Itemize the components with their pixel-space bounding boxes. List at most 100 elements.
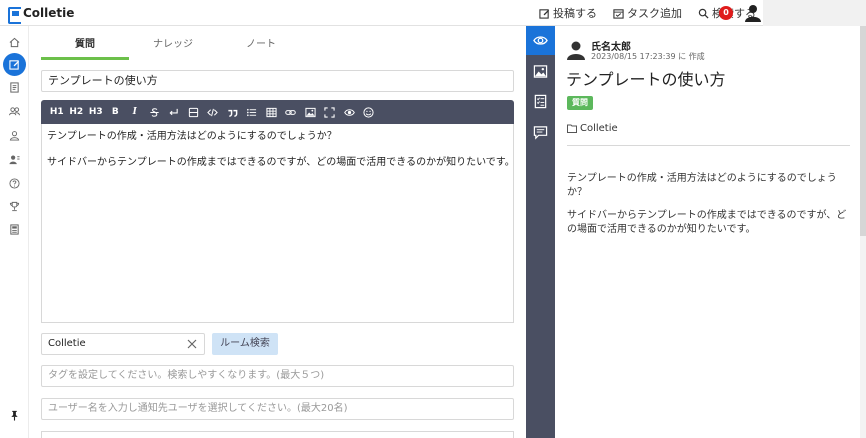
- preview-tab-checklist[interactable]: [526, 87, 555, 116]
- preview-room-name: Colletie: [580, 123, 618, 134]
- notify-users-input[interactable]: ユーザー名を入力し通知先ユーザを選択してください。(最大20名): [41, 398, 514, 420]
- line-break-button[interactable]: [164, 100, 184, 124]
- italic-button[interactable]: I: [125, 100, 145, 124]
- top-right-area: [763, 0, 866, 26]
- app-logo[interactable]: Colletie: [8, 6, 75, 24]
- sidebar-home[interactable]: [5, 33, 24, 52]
- fullscreen-icon: [324, 106, 335, 118]
- preview-toggle-button[interactable]: [340, 100, 360, 124]
- tab-question[interactable]: 質問: [41, 34, 129, 60]
- return-icon: [169, 108, 178, 115]
- users-icon: [9, 107, 20, 116]
- calendar-check-icon: [613, 8, 624, 19]
- trophy-icon: [9, 201, 20, 212]
- user-icon: [9, 131, 20, 141]
- code-button[interactable]: [203, 100, 223, 124]
- post-button[interactable]: 投稿する: [539, 5, 597, 21]
- quote-button[interactable]: [223, 100, 243, 124]
- pin-icon: [11, 410, 18, 421]
- emoji-button[interactable]: [359, 100, 379, 124]
- comment-icon: [533, 126, 548, 140]
- preview-tab-bar: [526, 26, 555, 438]
- preview-tab-eye[interactable]: [526, 26, 555, 55]
- tags-input[interactable]: タグを設定してください。検索しやすくなります。(最大５つ): [41, 365, 514, 387]
- user-avatar-icon[interactable]: [745, 4, 761, 22]
- sidebar-help[interactable]: [5, 174, 24, 193]
- post-type-tabs: 質問 ナレッジ ノート: [41, 34, 515, 60]
- checklist-icon: [534, 94, 547, 109]
- edit-icon: [9, 60, 20, 70]
- eye-icon: [533, 36, 548, 45]
- image-icon: [533, 65, 548, 78]
- horizontal-rule-icon: [188, 107, 198, 117]
- home-icon: [9, 37, 20, 48]
- sidebar-post[interactable]: [3, 53, 26, 76]
- sidebar-groups[interactable]: [5, 102, 24, 121]
- fullscreen-button[interactable]: [320, 100, 340, 124]
- top-bar: Colletie 投稿する タスク追加 検索する 0: [0, 0, 866, 26]
- strikethrough-button[interactable]: [145, 100, 165, 124]
- editor-line: サイドバーからテンプレートの作成まではできるのですが、どの場面で活用できるのかが…: [47, 157, 515, 168]
- link-button[interactable]: [281, 100, 301, 124]
- room-input[interactable]: Colletie: [41, 333, 205, 355]
- divider: [567, 145, 850, 146]
- code-icon: [207, 108, 219, 116]
- heading3-button[interactable]: H3: [86, 100, 106, 124]
- preview-scrollbar[interactable]: [860, 26, 866, 438]
- close-icon[interactable]: [185, 337, 199, 351]
- author-avatar-icon: [567, 41, 585, 60]
- user-list-icon: [9, 155, 20, 165]
- image-button[interactable]: [301, 100, 321, 124]
- sidebar-trophy[interactable]: [5, 197, 24, 216]
- post-type-badge: 質問: [567, 96, 593, 110]
- heading2-button[interactable]: H2: [67, 100, 87, 124]
- editor-line: テンプレートの作成・活用方法はどのようにするのでしょうか？: [47, 131, 337, 142]
- sidebar-members[interactable]: [5, 150, 24, 169]
- preview-tab-image[interactable]: [526, 57, 555, 86]
- editor-body[interactable]: テンプレートの作成・活用方法はどのようにするのでしょうか？ サイドバーからテンプ…: [41, 124, 515, 323]
- bold-button[interactable]: B: [106, 100, 126, 124]
- app-name: Colletie: [23, 6, 75, 20]
- app-root: Colletie 投稿する タスク追加 検索する 0 質問 ナレッジ ノート テ…: [0, 0, 866, 438]
- preview-line: テンプレートの作成・活用方法はどのようにするのでしょうか？: [567, 173, 837, 198]
- sidebar-reports[interactable]: [5, 220, 24, 239]
- title-input[interactable]: テンプレートの使い方: [41, 70, 514, 92]
- horizontal-rule-button[interactable]: [184, 100, 204, 124]
- sidebar-documents[interactable]: [5, 78, 24, 97]
- left-sidebar: [0, 26, 29, 438]
- sidebar-pin[interactable]: [5, 406, 24, 425]
- preview-room: Colletie: [567, 123, 618, 134]
- room-search-button[interactable]: ルーム検索: [212, 333, 278, 355]
- list-icon: [247, 108, 257, 116]
- heading1-button[interactable]: H1: [47, 100, 67, 124]
- post-date: 2023/08/15 17:23:39 に 作成: [591, 52, 705, 61]
- table-button[interactable]: [262, 100, 282, 124]
- preview-body: テンプレートの作成・活用方法はどのようにするのでしょうか？ サイドバーからテンプ…: [567, 172, 852, 246]
- report-icon: [10, 224, 19, 235]
- folder-icon: [567, 124, 577, 133]
- quote-icon: [228, 109, 238, 117]
- notification-badge[interactable]: 0: [719, 6, 733, 20]
- strikethrough-icon: [150, 107, 159, 117]
- table-icon: [266, 107, 277, 117]
- eye-icon: [343, 108, 355, 116]
- search-icon: [698, 8, 709, 19]
- question-icon: [9, 178, 20, 189]
- add-task-button[interactable]: タスク追加: [613, 5, 682, 21]
- preview-pane: 氏名太郎 2023/08/15 17:23:39 に 作成 テンプレートの使い方…: [555, 26, 866, 438]
- sidebar-user[interactable]: [5, 126, 24, 145]
- logo-icon: [8, 6, 21, 24]
- tab-note[interactable]: ノート: [217, 34, 305, 60]
- add-task-label: タスク追加: [627, 7, 682, 20]
- image-icon: [305, 107, 316, 117]
- tab-knowledge[interactable]: ナレッジ: [129, 34, 217, 60]
- preview-title: テンプレートの使い方: [566, 70, 726, 89]
- bullet-list-button[interactable]: [242, 100, 262, 124]
- next-field: [41, 431, 514, 438]
- link-icon: [285, 109, 297, 115]
- editor-toolbar: H1 H2 H3 B I: [41, 100, 514, 124]
- edit-icon: [539, 8, 550, 19]
- preview-tab-comments[interactable]: [526, 118, 555, 147]
- room-value: Colletie: [48, 338, 86, 349]
- document-icon: [10, 82, 19, 93]
